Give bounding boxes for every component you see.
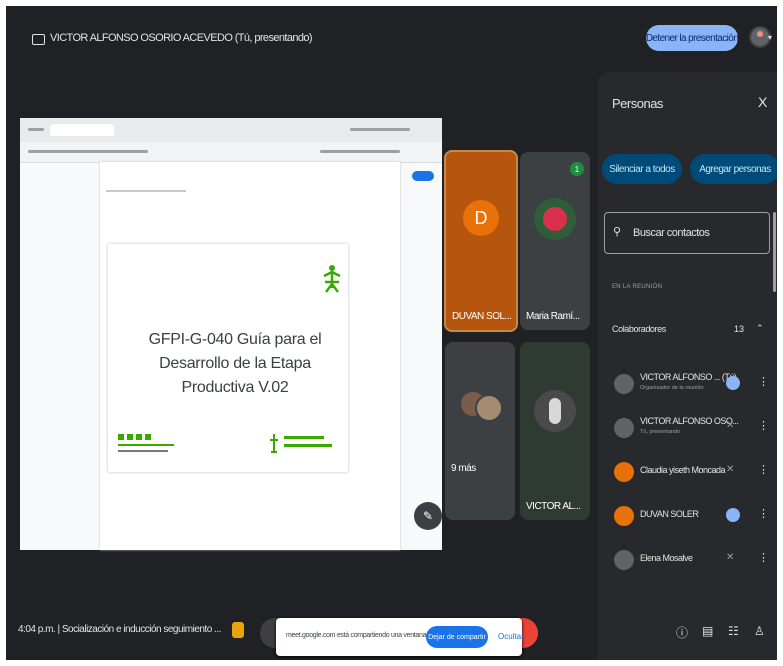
participant-name: 9 más	[451, 463, 476, 474]
chat-icon[interactable]: ▤	[702, 624, 713, 638]
add-people-button[interactable]: Agregar personas	[690, 154, 777, 184]
avatar	[614, 506, 634, 526]
search-input[interactable]	[631, 223, 765, 243]
participant-name: Maria Ramí...	[526, 311, 580, 322]
avatar	[534, 198, 576, 240]
toolbar-icons	[350, 128, 410, 131]
participant-name: Elena Mosalve	[640, 553, 693, 563]
speaking-indicator-icon	[726, 376, 740, 390]
top-bar: VICTOR ALFONSO OSORIO ACEVEDO (Tú, prese…	[6, 6, 777, 64]
stop-sharing-button[interactable]: Dejar de compartir	[426, 626, 488, 648]
presenter-title: VICTOR ALFONSO OSORIO ACEVEDO (Tú, prese…	[50, 32, 313, 44]
participant-row[interactable]: VICTOR ALFONSO OSO... Tú, presentando ✕ …	[598, 410, 777, 450]
participant-name: DUVAN SOLER	[640, 509, 699, 519]
sena-logo-icon	[323, 265, 341, 293]
people-panel: Personas X Silenciar a todos Agregar per…	[598, 72, 777, 660]
share-doc-button	[412, 171, 434, 181]
sharing-notification: meet.google.com está compartiendo una ve…	[276, 618, 524, 656]
participant-role: Organizador de la reunión	[640, 385, 704, 391]
window-controls	[28, 128, 44, 131]
search-contacts-field[interactable]: ⚲	[604, 212, 770, 254]
section-heading: EN LA REUNIÓN	[612, 284, 663, 290]
embedded-slide: GFPI-G-040 Guía para el Desarrollo de la…	[108, 244, 348, 472]
participant-name: DUVAN SOL...	[452, 311, 512, 322]
participant-tile[interactable]: VICTOR AL...	[520, 342, 590, 520]
flower-icon	[543, 207, 567, 231]
avatar	[534, 390, 576, 432]
more-options-icon[interactable]: ⋮	[758, 507, 769, 520]
avatar	[614, 550, 634, 570]
social-icons	[118, 434, 174, 452]
chevron-up-icon[interactable]: ⌃	[756, 323, 764, 334]
participant-row[interactable]: Elena Mosalve ✕ ⋮	[598, 542, 777, 582]
meet-window: VICTOR ALFONSO OSORIO ACEVEDO (Tú, prese…	[6, 6, 777, 660]
pencil-icon[interactable]: ✎	[414, 502, 442, 530]
people-icon[interactable]: ☷	[728, 624, 739, 638]
avatar	[614, 418, 634, 438]
more-options-icon[interactable]: ⋮	[758, 463, 769, 476]
direccion-logo-icon	[270, 434, 332, 453]
scrollbar[interactable]	[773, 212, 776, 292]
group-count: 13	[734, 324, 745, 334]
mic-off-icon: ✕	[726, 420, 735, 431]
raise-hand-icon[interactable]	[232, 622, 244, 638]
group-label: Colaboradores	[612, 324, 666, 334]
close-icon[interactable]: X	[758, 94, 767, 110]
browser-tab	[50, 124, 114, 136]
more-options-icon[interactable]: ⋮	[758, 419, 769, 432]
avatar	[614, 374, 634, 394]
mic-off-icon: ✕	[726, 552, 735, 563]
speaking-badge: 1	[570, 162, 584, 176]
bottom-bar: 4:04 p.m. | Socialización e inducción se…	[6, 610, 777, 660]
participant-tile[interactable]: D DUVAN SOL...	[444, 150, 518, 332]
chevron-down-icon[interactable]: ▾	[768, 33, 772, 42]
document-header-text	[106, 190, 186, 192]
shared-document-window: GFPI-G-040 Guía para el Desarrollo de la…	[20, 118, 442, 550]
participant-row[interactable]: Claudia yiseth Moncada ✕ ⋮	[598, 454, 777, 494]
speaking-indicator-icon	[726, 508, 740, 522]
panel-title: Personas	[612, 96, 663, 111]
avatar	[614, 462, 634, 482]
search-icon: ⚲	[613, 226, 622, 238]
more-options-icon[interactable]: ⋮	[758, 551, 769, 564]
avatar: D	[463, 200, 499, 236]
mic-off-icon: ✕	[726, 464, 735, 475]
docs-menu-bar	[20, 142, 442, 181]
participant-row[interactable]: VICTOR ALFONSO ... (Tú) Organizador de l…	[598, 366, 777, 406]
participant-name: VICTOR ALFONSO ... (Tú)	[640, 372, 737, 382]
participant-name: VICTOR ALFONSO OSO...	[640, 416, 739, 426]
toolbar-items	[320, 150, 400, 153]
participant-tile[interactable]: 1 Maria Ramí...	[520, 152, 590, 330]
participant-row[interactable]: DUVAN SOLER ⋮	[598, 498, 777, 538]
participant-role: Tú, presentando	[640, 429, 681, 435]
avatar	[475, 394, 503, 422]
participant-name: Claudia yiseth Moncada	[640, 465, 726, 475]
mute-all-label: Silenciar a todos	[609, 163, 675, 175]
mute-all-button[interactable]: Silenciar a todos	[602, 154, 682, 184]
participant-name: VICTOR AL...	[526, 501, 581, 512]
more-options-icon[interactable]: ⋮	[758, 375, 769, 388]
menu-items	[28, 150, 148, 153]
slide-title: GFPI-G-040 Guía para el Desarrollo de la…	[148, 331, 322, 396]
activities-icon[interactable]: ♙	[754, 624, 765, 638]
hide-notification-link[interactable]: Ocultar	[498, 632, 524, 641]
sharing-notification-text: meet.google.com está compartiendo una ve…	[286, 632, 428, 639]
present-screen-icon	[32, 34, 45, 45]
meeting-time-title: 4:04 p.m. | Socialización e inducción se…	[18, 624, 221, 635]
stop-presenting-button[interactable]: Detener la presentación	[646, 25, 739, 51]
participant-tile[interactable]: 9 más	[445, 342, 515, 520]
add-people-label: Agregar personas	[699, 163, 771, 175]
info-icon[interactable]: ⓘ	[676, 624, 688, 641]
browser-chrome	[20, 118, 442, 143]
